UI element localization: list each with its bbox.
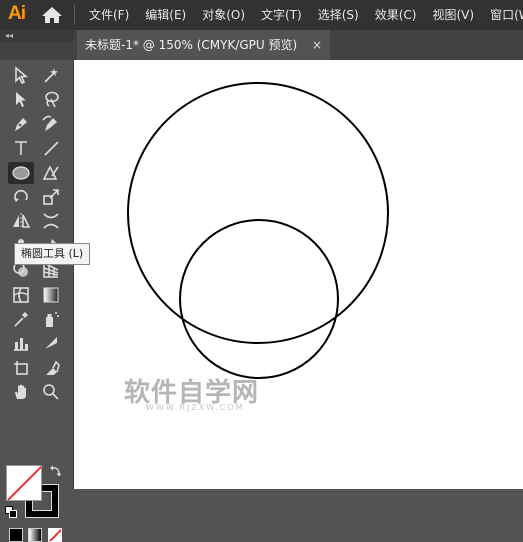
large-circle[interactable] — [127, 82, 389, 344]
lasso-icon — [45, 92, 59, 108]
shaper-icon — [42, 164, 59, 180]
menu-item[interactable]: 文件(F) — [81, 0, 137, 30]
menu-item[interactable]: 编辑(E) — [137, 0, 194, 30]
none-mode-button[interactable] — [48, 528, 62, 542]
gradient-mode-button[interactable] — [28, 528, 42, 542]
app-logo: Ai — [8, 3, 26, 24]
ellipse-icon — [12, 165, 30, 180]
curvature-pen-icon — [42, 115, 57, 131]
rotate-icon — [14, 189, 28, 202]
line-segment-icon — [44, 141, 59, 156]
toolbar-collapse-button[interactable]: ◂◂ — [0, 30, 74, 42]
fill-swatch[interactable] — [6, 465, 42, 501]
scale-tool[interactable] — [38, 186, 64, 208]
eyedropper-tool[interactable] — [8, 308, 34, 330]
menu-item[interactable]: 文字(T) — [253, 0, 310, 30]
artboard-tool[interactable] — [8, 357, 34, 379]
line-segment-tool[interactable] — [38, 137, 64, 159]
eraser-tool[interactable] — [38, 357, 64, 379]
pen-icon — [15, 117, 27, 131]
gradient-tool[interactable] — [38, 284, 64, 306]
menu-item[interactable]: 窗口(W) — [482, 0, 523, 30]
direct-selection-tool[interactable] — [8, 88, 34, 110]
menu-item[interactable]: 选择(S) — [310, 0, 367, 30]
graph-tool[interactable] — [8, 332, 34, 354]
tooltip: 椭圆工具 (L) — [14, 243, 91, 265]
document-tab-bar: ◂◂ 未标题-1* @ 150% (CMYK/GPU 预览) × — [0, 30, 523, 60]
menu-item[interactable]: 效果(C) — [367, 0, 425, 30]
color-mode-button[interactable] — [9, 528, 23, 542]
curvature-tool[interactable] — [38, 113, 64, 135]
hand-icon — [15, 384, 26, 400]
column-graph-icon — [14, 338, 28, 352]
eyedropper-icon — [14, 312, 28, 327]
mesh-tool[interactable] — [8, 284, 34, 306]
symbol-sprayer-tool[interactable] — [38, 308, 64, 330]
artboard-icon — [14, 360, 28, 375]
home-icon[interactable] — [41, 6, 63, 24]
menu-bar: Ai 文件(F) 编辑(E) 对象(O) 文字(T) 选择(S) 效果(C) 视图(V) 窗口… — [0, 0, 523, 30]
type-tool[interactable] — [8, 137, 34, 159]
magic-wand-icon — [44, 68, 58, 83]
main-menu: 文件(F)编辑(E)对象(O)文字(T)选择(S)效果(C)视图(V)窗口(W) — [81, 0, 523, 30]
direct-selection-arrow-icon — [16, 92, 26, 108]
document-tab-title: 未标题-1* @ 150% (CMYK/GPU 预览) — [85, 38, 298, 52]
swap-fill-stroke-icon[interactable] — [49, 464, 63, 478]
hand-tool[interactable] — [8, 381, 34, 403]
selection-arrow-icon — [15, 66, 29, 85]
lasso-tool[interactable] — [38, 88, 64, 110]
ellipse-tool[interactable] — [8, 161, 34, 184]
pen-tool[interactable] — [8, 113, 34, 135]
watermark-url: WWW.RJZXW.COM — [146, 403, 245, 412]
reflect-tool[interactable] — [8, 210, 34, 232]
slice-tool[interactable] — [38, 332, 64, 354]
eraser-icon — [46, 360, 60, 375]
type-icon — [15, 141, 27, 156]
document-tab[interactable]: 未标题-1* @ 150% (CMYK/GPU 预览) × — [77, 30, 330, 60]
rotate-tool[interactable] — [8, 186, 34, 208]
warp-icon — [43, 213, 59, 229]
warp-tool[interactable] — [38, 210, 64, 232]
selection-tool[interactable] — [8, 64, 34, 86]
shaper-tool[interactable] — [38, 162, 64, 184]
default-colors-icon[interactable] — [5, 506, 17, 518]
menu-item[interactable]: 视图(V) — [424, 0, 482, 30]
scale-icon — [43, 189, 59, 205]
zoom-icon — [43, 384, 59, 400]
gradient-icon — [43, 287, 59, 303]
symbol-sprayer-icon — [46, 312, 59, 327]
menu-item[interactable]: 对象(O) — [194, 0, 253, 30]
menu-separator — [74, 5, 75, 25]
artboard-canvas[interactable]: 软件自学网 WWW.RJZXW.COM — [74, 60, 523, 489]
tools-panel: 椭圆工具 (L) — [0, 60, 91, 542]
close-icon[interactable]: × — [312, 30, 322, 60]
reflect-icon — [13, 213, 31, 230]
mesh-icon — [13, 286, 29, 303]
magic-wand-tool[interactable] — [38, 64, 64, 86]
zoom-tool[interactable] — [38, 381, 64, 403]
slice-icon — [45, 337, 57, 350]
small-circle[interactable] — [179, 219, 339, 379]
